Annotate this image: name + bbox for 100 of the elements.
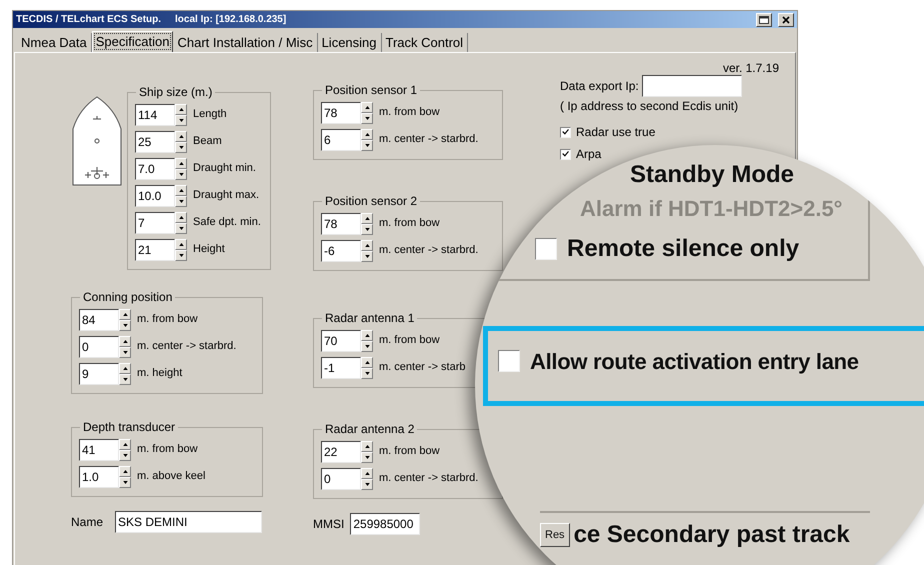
spin-up-button[interactable] (175, 238, 187, 250)
number-field[interactable]: 1.0 (79, 466, 119, 488)
spin-down-button[interactable] (175, 250, 187, 260)
reset-button[interactable]: Res (540, 523, 570, 547)
spin-up-button[interactable] (119, 308, 131, 320)
spin-down-button[interactable] (361, 452, 373, 462)
number-field[interactable]: 25 (135, 130, 175, 152)
field-label: m. center -> starbrd. (379, 132, 478, 148)
ip-field[interactable] (642, 75, 742, 97)
name-field[interactable]: SKS DEMINI (115, 511, 262, 533)
spin-down-button[interactable] (119, 320, 131, 330)
spin-up-button[interactable] (361, 356, 373, 368)
arrow-up-icon (364, 334, 370, 336)
arrow-down-icon (122, 350, 128, 354)
spin-up-button[interactable] (361, 128, 373, 140)
spin-up-button[interactable] (361, 330, 373, 340)
group-title: Position sensor 1 (324, 82, 418, 99)
spin-up-button[interactable] (175, 212, 187, 222)
field-label: m. center -> starbrd. (137, 339, 236, 354)
checkbox[interactable] (560, 148, 571, 160)
arrow-down-icon (122, 324, 128, 326)
spin-down-button[interactable] (361, 140, 373, 150)
field-label: m. center -> starbrd. (379, 243, 478, 258)
number-field[interactable]: 70 (321, 330, 361, 352)
spin-down-button[interactable] (119, 476, 131, 488)
mmsi-field[interactable]: 259985000 (350, 513, 420, 535)
spin-up-button[interactable] (361, 440, 373, 452)
spin-up-button[interactable] (119, 336, 131, 346)
number-field[interactable]: 9 (79, 362, 119, 384)
spin-down-button[interactable] (175, 168, 187, 180)
number-field[interactable]: 84 (79, 308, 119, 330)
field-label: Draught max. (193, 188, 260, 204)
spin-down-button[interactable] (175, 142, 187, 152)
spin-down-button[interactable] (361, 368, 373, 378)
checkbox[interactable] (535, 238, 557, 260)
field-label: m. from bow (379, 105, 440, 120)
spin-down-button[interactable] (119, 374, 131, 384)
spin-down-button[interactable] (361, 340, 373, 352)
version-label: ver. 1.7.19 (722, 60, 779, 77)
arrow-up-icon (122, 470, 128, 472)
number-field[interactable]: 0 (321, 468, 361, 490)
spin-down-button[interactable] (361, 478, 373, 490)
number-field[interactable]: 78 (321, 102, 361, 124)
spin-down-button[interactable] (175, 114, 187, 126)
group-title: Conning position (82, 289, 174, 306)
arrow-down-icon (178, 254, 184, 256)
spin-up-button[interactable] (119, 466, 131, 476)
spin-down-button[interactable] (119, 346, 131, 358)
arrow-up-icon (364, 132, 370, 136)
tab[interactable]: Licensing (318, 33, 382, 52)
number-field[interactable]: 114 (135, 104, 175, 126)
number-field[interactable]: 21 (135, 238, 175, 260)
spin-up-button[interactable] (175, 104, 187, 114)
arrow-up-icon (178, 188, 184, 192)
spin-up-button[interactable] (361, 212, 373, 224)
alarm-label: Alarm if HDT1-HDT2>2.5° (580, 195, 842, 223)
spin-down-button[interactable] (361, 250, 373, 262)
arrow-down-icon (178, 172, 184, 176)
spin-up-button[interactable] (361, 102, 373, 112)
number-field[interactable]: 22 (321, 440, 361, 462)
number-field[interactable]: 10.0 (135, 184, 175, 206)
arrow-up-icon (178, 162, 184, 164)
group-title: Radar antenna 2 (324, 421, 416, 438)
arrow-up-icon (364, 244, 370, 246)
tab[interactable]: Chart Installation / Misc (173, 33, 318, 52)
window-icon (759, 16, 769, 24)
spin-up-button[interactable] (175, 184, 187, 196)
option-label: Arpa (576, 146, 602, 163)
arrow-down-icon (364, 254, 370, 258)
checkbox[interactable] (560, 126, 571, 138)
arrow-down-icon (364, 116, 370, 120)
arrow-down-icon (364, 144, 370, 146)
number-field[interactable]: 41 (79, 438, 119, 460)
spin-down-button[interactable] (361, 112, 373, 124)
number-field[interactable]: 6 (321, 128, 361, 150)
field-label: m. from bow (379, 216, 440, 232)
spin-up-button[interactable] (361, 468, 373, 478)
number-field[interactable]: 7 (135, 212, 175, 234)
spin-up-button[interactable] (175, 130, 187, 142)
number-field[interactable]: -6 (321, 240, 361, 262)
spin-up-button[interactable] (119, 438, 131, 450)
spin-down-button[interactable] (119, 450, 131, 460)
spin-up-button[interactable] (175, 158, 187, 168)
spin-down-button[interactable] (175, 222, 187, 234)
field-label: MMSI (313, 516, 344, 533)
tab[interactable]: Track Control (382, 33, 468, 52)
spin-down-button[interactable] (361, 224, 373, 234)
window-button[interactable] (756, 12, 772, 26)
spin-down-button[interactable] (175, 196, 187, 206)
checkbox[interactable] (498, 350, 520, 372)
close-button[interactable] (778, 12, 794, 26)
number-field[interactable]: -1 (321, 356, 361, 378)
spin-up-button[interactable] (361, 240, 373, 250)
number-field[interactable]: 0 (79, 336, 119, 358)
tab[interactable]: Specification (92, 31, 174, 52)
arrow-up-icon (364, 444, 370, 448)
number-field[interactable]: 78 (321, 212, 361, 234)
field-label: m. height (137, 366, 182, 382)
number-field[interactable]: 7.0 (135, 158, 175, 180)
spin-up-button[interactable] (119, 362, 131, 374)
